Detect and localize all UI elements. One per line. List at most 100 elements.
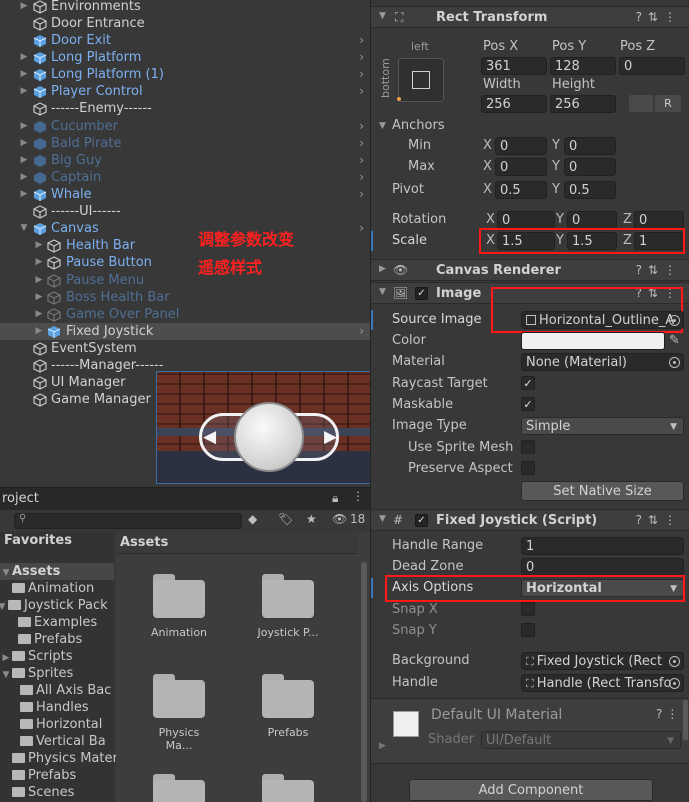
- chevron-right-icon[interactable]: ›: [359, 169, 364, 186]
- blueprint-mode-button[interactable]: [629, 95, 653, 112]
- fold-arrow-icon[interactable]: ▶: [18, 186, 30, 203]
- set-native-size-button[interactable]: Set Native Size: [521, 481, 684, 501]
- hierarchy-item-captain[interactable]: ▶ Captain ›: [0, 169, 370, 186]
- fold-arrow-icon[interactable]: ▶: [33, 254, 45, 271]
- object-picker-icon[interactable]: [669, 656, 680, 667]
- tree-item-prefabs-root[interactable]: Prefabs: [0, 767, 76, 784]
- anchor-min-y-field[interactable]: 0: [564, 137, 616, 155]
- maskable-checkbox[interactable]: ✓: [521, 397, 535, 411]
- source-image-field[interactable]: Horizontal_Outline_A: [521, 311, 684, 329]
- hierarchy-item-ui-separator[interactable]: ------UI------: [0, 203, 370, 220]
- fold-arrow-icon[interactable]: ▶: [18, 152, 30, 169]
- scale-z-field[interactable]: 1: [634, 232, 684, 250]
- eyedropper-icon[interactable]: ✎: [669, 333, 680, 348]
- width-field[interactable]: 256: [481, 95, 547, 113]
- fold-arrow-expanded-icon[interactable]: ▼: [379, 287, 386, 297]
- shader-dropdown[interactable]: UI/Default ▼: [481, 731, 681, 749]
- dead-zone-field[interactable]: 0: [521, 558, 684, 576]
- fold-arrow-icon[interactable]: ▶: [18, 83, 30, 100]
- hierarchy-item-boss-health-bar[interactable]: ▶ Boss Health Bar: [0, 289, 370, 306]
- raw-edit-button[interactable]: R: [655, 95, 681, 112]
- tree-item-physics-materials[interactable]: Physics Materia: [0, 750, 129, 767]
- tree-item-sprites[interactable]: ▼ Sprites: [0, 665, 74, 682]
- fixed-joystick-header[interactable]: ▼ # ✓ Fixed Joystick (Script) ?⇅⋮: [371, 509, 689, 531]
- fold-arrow-icon[interactable]: ▶: [18, 135, 30, 152]
- component-tools[interactable]: ?⇅⋮: [636, 10, 682, 24]
- hierarchy-item-enemy-separator[interactable]: ------Enemy------: [0, 100, 370, 117]
- fold-arrow-icon[interactable]: ▶: [33, 289, 45, 306]
- image-header[interactable]: ▼ 🖼︎ ✓ Image ?⇅⋮: [371, 282, 689, 304]
- add-component-button[interactable]: Add Component: [409, 779, 653, 801]
- tree-item-vertical[interactable]: Vertical Ba: [20, 733, 106, 750]
- snap-y-checkbox[interactable]: [521, 623, 535, 637]
- pivot-y-field[interactable]: 0.5: [564, 181, 616, 199]
- asset-folder-animation[interactable]: Animation: [144, 574, 214, 639]
- fold-arrow-icon[interactable]: ▶: [379, 264, 386, 274]
- material-tools[interactable]: ?⋮: [656, 707, 682, 721]
- height-field[interactable]: 256: [550, 95, 616, 113]
- tree-item-examples[interactable]: Examples: [6, 614, 97, 631]
- handle-field[interactable]: ⛶ Handle (Rect Transfo: [521, 674, 684, 692]
- anchor-min-x-field[interactable]: 0: [495, 137, 547, 155]
- chevron-right-icon[interactable]: ›: [359, 220, 364, 237]
- pos-z-field[interactable]: 0: [619, 57, 685, 75]
- tree-item-scenes[interactable]: Scenes: [0, 784, 74, 801]
- chevron-right-icon[interactable]: ›: [359, 83, 364, 100]
- object-picker-icon[interactable]: [669, 678, 680, 689]
- hierarchy-item-cucumber[interactable]: ▶ Cucumber ›: [0, 118, 370, 135]
- project-tab[interactable]: roject: [2, 491, 39, 506]
- background-field[interactable]: ⛶ Fixed Joystick (Rect: [521, 652, 684, 670]
- lock-icon[interactable]: 🔒︎: [332, 491, 338, 506]
- asset-folder-joystick-pack[interactable]: Joystick P...: [253, 574, 323, 639]
- more-menu-icon[interactable]: ⋮: [352, 489, 364, 503]
- rotation-y-field[interactable]: 0: [567, 211, 617, 229]
- fold-arrow-icon[interactable]: ▶: [33, 272, 45, 289]
- component-tools[interactable]: ?⇅⋮: [636, 513, 682, 527]
- hierarchy-item-bald-pirate[interactable]: ▶ Bald Pirate ›: [0, 135, 370, 152]
- tree-item-scripts[interactable]: ▶ Scripts: [0, 648, 73, 665]
- favorites-label[interactable]: Favorites: [4, 532, 72, 549]
- chevron-right-icon[interactable]: ›: [359, 49, 364, 66]
- hierarchy-item-eventsystem[interactable]: EventSystem: [0, 340, 370, 357]
- fold-arrow-icon[interactable]: ▶: [379, 741, 386, 751]
- hierarchy-item-door-entrance[interactable]: Door Entrance: [0, 15, 370, 32]
- anchor-max-x-field[interactable]: 0: [495, 158, 547, 176]
- object-picker-icon[interactable]: [669, 315, 680, 326]
- asset-folder-extra-2[interactable]: [253, 774, 323, 802]
- tree-item-assets[interactable]: ▼ Assets: [0, 563, 114, 580]
- pivot-x-field[interactable]: 0.5: [495, 181, 547, 199]
- chevron-right-icon[interactable]: ›: [359, 152, 364, 169]
- material-field[interactable]: None (Material): [521, 353, 684, 371]
- pos-x-field[interactable]: 361: [481, 57, 547, 75]
- fold-arrow-expanded-icon[interactable]: ▼: [379, 11, 386, 21]
- tree-item-animation[interactable]: Animation: [0, 580, 94, 597]
- chevron-right-icon[interactable]: ›: [359, 118, 364, 135]
- hierarchy-item-fixed-joystick[interactable]: ▶ Fixed Joystick ›: [0, 323, 370, 340]
- snap-x-checkbox[interactable]: [521, 602, 535, 616]
- filter-by-label-icon[interactable]: 🏷︎: [278, 512, 293, 526]
- fold-arrow-icon[interactable]: ▶: [33, 323, 45, 340]
- assets-scrollbar[interactable]: [358, 532, 370, 802]
- asset-folder-extra-1[interactable]: [144, 774, 214, 802]
- hierarchy-item-long-platform[interactable]: ▶ Long Platform ›: [0, 49, 370, 66]
- object-picker-icon[interactable]: [669, 357, 680, 368]
- fold-arrow-icon[interactable]: ▶: [18, 118, 30, 135]
- tree-item-prefabs[interactable]: Prefabs: [6, 631, 82, 648]
- hidden-eye-icon[interactable]: 👁︎: [332, 512, 347, 526]
- chevron-right-icon[interactable]: ›: [359, 186, 364, 203]
- hierarchy-item-game-over-panel[interactable]: ▶ Game Over Panel: [0, 306, 370, 323]
- hierarchy-item-whale[interactable]: ▶ Whale ›: [0, 186, 370, 203]
- canvas-renderer-header[interactable]: ▶ 👁︎ Canvas Renderer ?⇅⋮: [371, 259, 689, 281]
- use-sprite-mesh-checkbox[interactable]: [521, 440, 535, 454]
- tree-item-all-axis[interactable]: All Axis Bac: [20, 682, 111, 699]
- chevron-right-icon[interactable]: ›: [359, 135, 364, 152]
- fold-arrow-icon[interactable]: ▶: [33, 237, 45, 254]
- chevron-right-icon[interactable]: ›: [359, 66, 364, 83]
- rect-transform-header[interactable]: ▼ ⛶ Rect Transform ?⇅⋮: [371, 6, 689, 28]
- assets-breadcrumb-label[interactable]: Assets: [120, 535, 168, 550]
- handle-range-field[interactable]: 1: [521, 537, 684, 555]
- hierarchy-item-player-control[interactable]: ▶ Player Control ›: [0, 83, 370, 100]
- asset-folder-prefabs[interactable]: Prefabs: [253, 674, 323, 739]
- fold-arrow-icon[interactable]: ▶: [18, 169, 30, 186]
- tree-item-horizontal[interactable]: Horizontal: [20, 716, 102, 733]
